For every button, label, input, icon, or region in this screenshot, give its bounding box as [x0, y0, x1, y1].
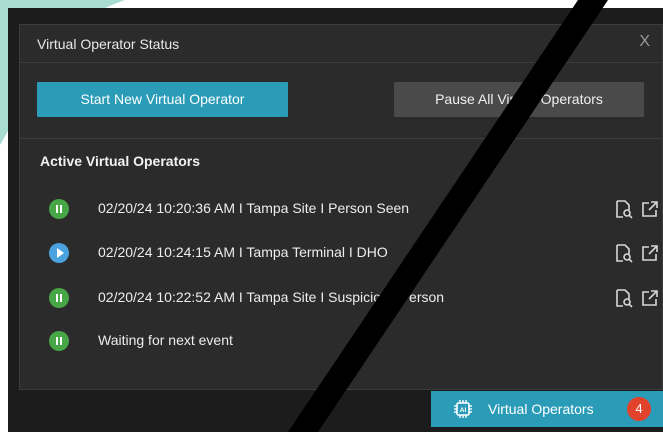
open-external-icon[interactable]: [640, 288, 660, 308]
ai-chip-icon: AI: [454, 400, 472, 418]
operator-row-actions: [614, 199, 662, 219]
operator-row: Waiting for next event: [20, 329, 662, 353]
virtual-operators-label: Virtual Operators: [488, 401, 594, 417]
operator-row-actions: [614, 243, 662, 263]
pause-icon[interactable]: [49, 199, 69, 219]
dialog-title: Virtual Operator Status: [37, 36, 180, 52]
screen: Virtual Operator Status X Start New Virt…: [0, 0, 663, 432]
waiting-status-text: Waiting for next event: [98, 332, 233, 348]
virtual-operators-taskbar-button[interactable]: AI Virtual Operators 4: [431, 391, 663, 427]
inspect-document-icon[interactable]: [614, 288, 634, 308]
pause-icon[interactable]: [49, 331, 69, 351]
operator-row: 02/20/24 10:20:36 AM I Tampa Site I Pers…: [20, 197, 662, 221]
operator-row-actions: [614, 288, 662, 308]
pause-icon[interactable]: [49, 288, 69, 308]
inspect-document-icon[interactable]: [614, 199, 634, 219]
operator-row: 02/20/24 10:24:15 AM I Tampa Terminal I …: [20, 241, 662, 265]
dialog-titlebar: Virtual Operator Status X: [20, 25, 662, 63]
active-operators-heading: Active Virtual Operators: [40, 153, 201, 169]
operator-row-text: 02/20/24 10:20:36 AM I Tampa Site I Pers…: [98, 200, 410, 216]
open-external-icon[interactable]: [640, 199, 660, 219]
open-external-icon[interactable]: [640, 243, 660, 263]
play-icon[interactable]: [49, 243, 69, 263]
section-divider: [20, 138, 662, 139]
inspect-document-icon[interactable]: [614, 243, 634, 263]
operator-count-badge: 4: [627, 397, 651, 421]
operator-row-text: 02/20/24 10:24:15 AM I Tampa Terminal I …: [98, 244, 388, 260]
operator-row-text: 02/20/24 10:22:52 AM I Tampa Site I Susp…: [98, 289, 445, 305]
svg-text:AI: AI: [460, 407, 467, 414]
pause-all-virtual-operators-button[interactable]: Pause All Virtual Operators: [394, 82, 644, 117]
start-new-virtual-operator-button[interactable]: Start New Virtual Operator: [37, 82, 288, 117]
close-icon[interactable]: X: [639, 33, 650, 51]
operator-row: 02/20/24 10:22:52 AM I Tampa Site I Susp…: [20, 286, 662, 310]
virtual-operator-status-dialog: Virtual Operator Status X Start New Virt…: [19, 24, 663, 390]
